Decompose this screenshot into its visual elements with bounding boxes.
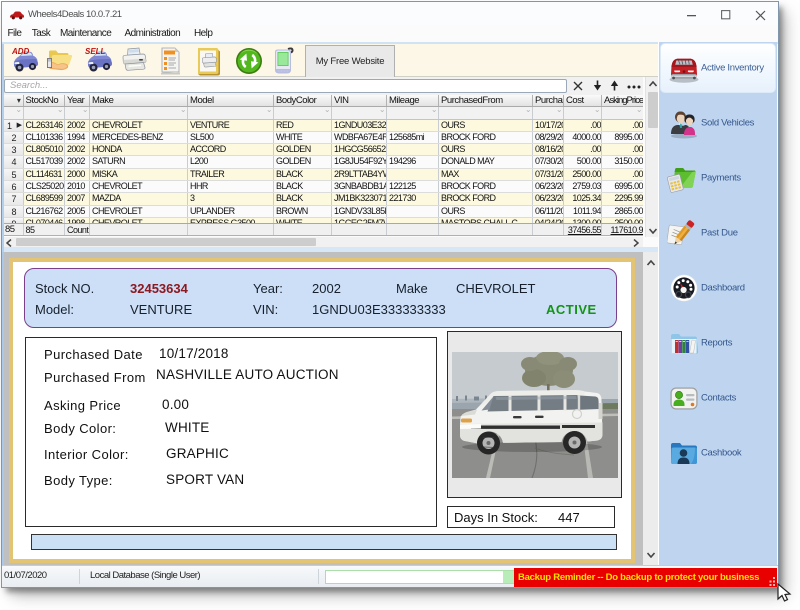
svg-text:ADD: ADD [11, 47, 30, 56]
svg-text:SELL: SELL [85, 47, 106, 56]
